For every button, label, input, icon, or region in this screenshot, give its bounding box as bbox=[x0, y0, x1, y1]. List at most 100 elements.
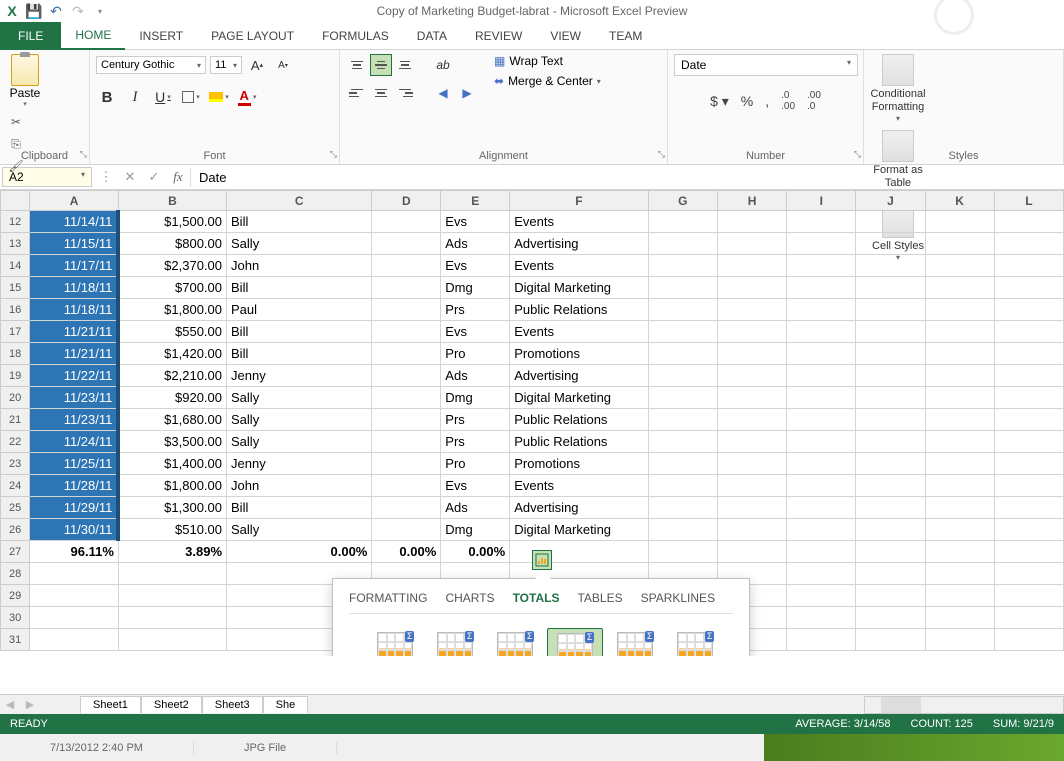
cell[interactable]: Digital Marketing bbox=[510, 519, 648, 541]
cell[interactable]: $700.00 bbox=[118, 277, 226, 299]
cell[interactable] bbox=[925, 629, 994, 651]
column-header[interactable]: F bbox=[510, 191, 648, 211]
cell[interactable] bbox=[856, 541, 925, 563]
cell[interactable] bbox=[787, 211, 856, 233]
cell[interactable] bbox=[787, 365, 856, 387]
cell[interactable] bbox=[372, 475, 441, 497]
cell[interactable]: $920.00 bbox=[118, 387, 226, 409]
cell[interactable] bbox=[717, 343, 786, 365]
cell[interactable]: 11/14/11 bbox=[30, 211, 119, 233]
cell[interactable] bbox=[787, 607, 856, 629]
cell[interactable]: $2,370.00 bbox=[118, 255, 226, 277]
cell[interactable] bbox=[925, 299, 994, 321]
qa-item---total[interactable]: Σ % Total bbox=[547, 628, 603, 656]
enter-icon[interactable]: ✓ bbox=[142, 169, 166, 185]
cell[interactable] bbox=[925, 255, 994, 277]
cell[interactable]: Events bbox=[510, 255, 648, 277]
column-header[interactable]: A bbox=[30, 191, 119, 211]
cell[interactable] bbox=[648, 299, 717, 321]
cell[interactable] bbox=[856, 585, 925, 607]
column-header[interactable]: G bbox=[648, 191, 717, 211]
cell[interactable] bbox=[856, 629, 925, 651]
qa-item-running-total[interactable]: Σ Running Total bbox=[607, 628, 663, 656]
cell[interactable] bbox=[648, 343, 717, 365]
cell[interactable] bbox=[787, 585, 856, 607]
cell[interactable]: $1,500.00 bbox=[118, 211, 226, 233]
cell[interactable] bbox=[510, 541, 648, 563]
cell[interactable]: $1,800.00 bbox=[118, 475, 226, 497]
tab-data[interactable]: DATA bbox=[403, 22, 461, 50]
row-header[interactable]: 28 bbox=[1, 563, 30, 585]
cell[interactable] bbox=[648, 431, 717, 453]
cell[interactable] bbox=[30, 563, 119, 585]
tab-page-layout[interactable]: PAGE LAYOUT bbox=[197, 22, 308, 50]
cell[interactable] bbox=[787, 387, 856, 409]
cell[interactable] bbox=[372, 453, 441, 475]
cell[interactable]: Digital Marketing bbox=[510, 277, 648, 299]
cell[interactable]: Advertising bbox=[510, 497, 648, 519]
cell[interactable]: $2,210.00 bbox=[118, 365, 226, 387]
orientation-icon[interactable]: ab bbox=[432, 54, 454, 76]
cell[interactable]: $550.00 bbox=[118, 321, 226, 343]
cell[interactable] bbox=[925, 409, 994, 431]
cell[interactable]: Events bbox=[510, 321, 648, 343]
row-header[interactable]: 27 bbox=[1, 541, 30, 563]
cell[interactable]: Prs bbox=[441, 431, 510, 453]
cell[interactable]: 11/21/11 bbox=[30, 343, 119, 365]
dialog-launcher-icon[interactable]: ⤡ bbox=[854, 149, 861, 160]
cell[interactable] bbox=[925, 585, 994, 607]
cell[interactable]: Paul bbox=[227, 299, 372, 321]
cell[interactable]: 3.89% bbox=[118, 541, 226, 563]
bold-button[interactable]: B bbox=[96, 86, 118, 108]
cell[interactable]: Bill bbox=[227, 277, 372, 299]
cell[interactable] bbox=[787, 277, 856, 299]
paste-button[interactable]: Paste ▾ bbox=[6, 54, 44, 108]
increase-decimal-icon[interactable]: .0.00 bbox=[781, 90, 795, 112]
cell[interactable]: Prs bbox=[441, 299, 510, 321]
row-header[interactable]: 18 bbox=[1, 343, 30, 365]
tab-view[interactable]: VIEW bbox=[536, 22, 595, 50]
cell[interactable] bbox=[856, 519, 925, 541]
row-header[interactable]: 23 bbox=[1, 453, 30, 475]
row-header[interactable]: 21 bbox=[1, 409, 30, 431]
cell[interactable] bbox=[925, 607, 994, 629]
cell[interactable]: Prs bbox=[441, 409, 510, 431]
cell[interactable]: $510.00 bbox=[118, 519, 226, 541]
cell[interactable] bbox=[925, 343, 994, 365]
cell[interactable]: Evs bbox=[441, 321, 510, 343]
sheet-tab[interactable]: She bbox=[263, 696, 309, 713]
cancel-icon[interactable]: ✕ bbox=[118, 169, 142, 185]
cell[interactable] bbox=[994, 629, 1063, 651]
cell[interactable] bbox=[994, 365, 1063, 387]
cell[interactable]: 0.00% bbox=[372, 541, 441, 563]
row-header[interactable]: 20 bbox=[1, 387, 30, 409]
align-middle-icon[interactable] bbox=[370, 54, 392, 76]
cell[interactable] bbox=[856, 387, 925, 409]
tab-formulas[interactable]: FORMULAS bbox=[308, 22, 403, 50]
cell[interactable]: Events bbox=[510, 475, 648, 497]
cell[interactable]: Jenny bbox=[227, 453, 372, 475]
cell[interactable] bbox=[717, 541, 786, 563]
cell[interactable]: Ads bbox=[441, 233, 510, 255]
cell[interactable]: Jenny bbox=[227, 365, 372, 387]
cell[interactable] bbox=[648, 277, 717, 299]
undo-icon[interactable]: ↶ bbox=[46, 1, 66, 21]
column-header[interactable]: L bbox=[994, 191, 1063, 211]
cell[interactable]: 11/18/11 bbox=[30, 277, 119, 299]
cell[interactable] bbox=[856, 211, 925, 233]
cell[interactable] bbox=[648, 387, 717, 409]
cut-icon[interactable]: ✂ bbox=[6, 112, 26, 132]
cell[interactable] bbox=[717, 299, 786, 321]
column-header[interactable]: I bbox=[787, 191, 856, 211]
cell[interactable] bbox=[648, 541, 717, 563]
cell[interactable] bbox=[648, 233, 717, 255]
cell[interactable]: 11/17/11 bbox=[30, 255, 119, 277]
cell[interactable] bbox=[856, 299, 925, 321]
excel-icon[interactable]: X bbox=[2, 1, 22, 21]
cell[interactable] bbox=[717, 475, 786, 497]
horizontal-scrollbar[interactable] bbox=[864, 696, 1064, 714]
cell[interactable] bbox=[717, 365, 786, 387]
cell[interactable] bbox=[648, 321, 717, 343]
cell[interactable]: $800.00 bbox=[118, 233, 226, 255]
cell[interactable]: 11/29/11 bbox=[30, 497, 119, 519]
